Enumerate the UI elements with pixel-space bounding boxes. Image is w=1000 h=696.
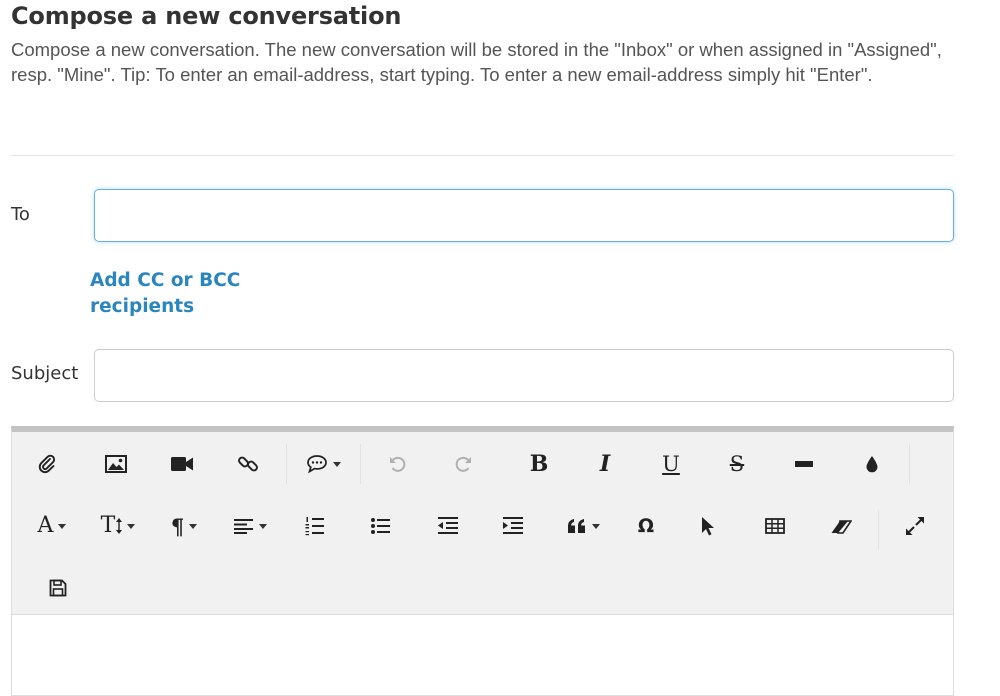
divider bbox=[11, 155, 954, 156]
arrows-updown-icon bbox=[116, 518, 123, 534]
chevron-down-icon bbox=[127, 523, 136, 529]
font-family-button[interactable]: A bbox=[25, 506, 79, 546]
redo-icon bbox=[455, 456, 471, 472]
horizontal-rule-button[interactable] bbox=[784, 444, 824, 484]
page-title: Compose a new conversation bbox=[11, 2, 402, 30]
underline-icon: U bbox=[662, 451, 680, 476]
paragraph-icon: ¶ bbox=[170, 513, 185, 539]
unordered-list-button[interactable] bbox=[361, 506, 401, 546]
comment-dropdown-button[interactable] bbox=[295, 444, 351, 484]
font-size-button[interactable]: T bbox=[91, 506, 145, 546]
outdent-icon bbox=[438, 517, 458, 534]
insert-link-button[interactable] bbox=[228, 444, 268, 484]
paragraph-format-button[interactable]: ¶ bbox=[157, 506, 211, 546]
quote-button[interactable] bbox=[556, 506, 610, 546]
link-icon bbox=[238, 456, 258, 472]
cursor-icon bbox=[702, 517, 714, 536]
ordered-list-icon bbox=[305, 517, 324, 536]
toolbar-separator bbox=[909, 444, 910, 484]
text-color-button[interactable] bbox=[852, 444, 892, 484]
expand-icon bbox=[906, 517, 924, 535]
strikethrough-button[interactable]: S bbox=[717, 444, 757, 484]
horizontal-rule-icon bbox=[795, 461, 813, 467]
attach-file-button[interactable] bbox=[27, 444, 67, 484]
undo-icon bbox=[390, 456, 406, 472]
droplet-icon bbox=[866, 456, 878, 473]
chevron-down-icon bbox=[189, 523, 198, 529]
insert-video-button[interactable] bbox=[162, 444, 202, 484]
editor-toolbar: B I U S A T ¶ Ω bbox=[12, 432, 953, 615]
paperclip-icon bbox=[38, 454, 56, 474]
to-input[interactable] bbox=[94, 189, 954, 242]
toolbar-separator bbox=[878, 510, 879, 550]
save-button[interactable] bbox=[38, 568, 78, 608]
video-camera-icon bbox=[171, 457, 193, 471]
editor-content-area[interactable] bbox=[12, 615, 953, 695]
page-description: Compose a new conversation. The new conv… bbox=[11, 39, 942, 85]
ordered-list-button[interactable] bbox=[295, 506, 335, 546]
special-characters-button[interactable]: Ω bbox=[626, 506, 666, 546]
fullscreen-button[interactable] bbox=[895, 506, 935, 546]
indent-icon bbox=[503, 517, 523, 534]
table-icon bbox=[765, 518, 785, 534]
insert-image-button[interactable] bbox=[96, 444, 136, 484]
toolbar-separator bbox=[360, 444, 361, 484]
rich-text-editor: B I U S A T ¶ Ω bbox=[11, 426, 954, 696]
chevron-down-icon bbox=[58, 523, 67, 529]
add-cc-bcc-link[interactable]: Add CC or BCC recipients bbox=[90, 268, 270, 320]
eraser-icon bbox=[831, 520, 852, 534]
save-icon bbox=[49, 579, 67, 597]
quote-icon bbox=[567, 519, 585, 533]
font-size-icon: T bbox=[100, 513, 116, 538]
speech-bubble-icon bbox=[306, 455, 327, 474]
align-left-icon bbox=[233, 519, 253, 534]
toolbar-separator bbox=[286, 444, 287, 484]
bold-button[interactable]: B bbox=[519, 444, 559, 484]
italic-button[interactable]: I bbox=[585, 444, 625, 484]
italic-icon: I bbox=[599, 451, 611, 477]
chevron-down-icon bbox=[332, 461, 341, 467]
font-family-icon: A bbox=[37, 513, 54, 538]
omega-icon: Ω bbox=[637, 514, 655, 537]
underline-button[interactable]: U bbox=[651, 444, 691, 484]
strikethrough-icon: S bbox=[729, 451, 745, 476]
clear-formatting-button[interactable] bbox=[821, 506, 861, 546]
indent-button[interactable] bbox=[493, 506, 533, 546]
unordered-list-icon bbox=[371, 518, 390, 534]
chevron-down-icon bbox=[258, 523, 267, 529]
undo-button[interactable] bbox=[378, 444, 418, 484]
insert-table-button[interactable] bbox=[755, 506, 795, 546]
align-button[interactable] bbox=[223, 506, 277, 546]
to-label: To bbox=[11, 204, 30, 225]
subject-label: Subject bbox=[11, 363, 79, 384]
redo-button[interactable] bbox=[443, 444, 483, 484]
image-icon bbox=[105, 455, 127, 473]
subject-input[interactable] bbox=[94, 349, 954, 402]
outdent-button[interactable] bbox=[428, 506, 468, 546]
select-all-button[interactable] bbox=[688, 506, 728, 546]
chevron-down-icon bbox=[591, 523, 600, 529]
bold-icon: B bbox=[529, 451, 549, 477]
